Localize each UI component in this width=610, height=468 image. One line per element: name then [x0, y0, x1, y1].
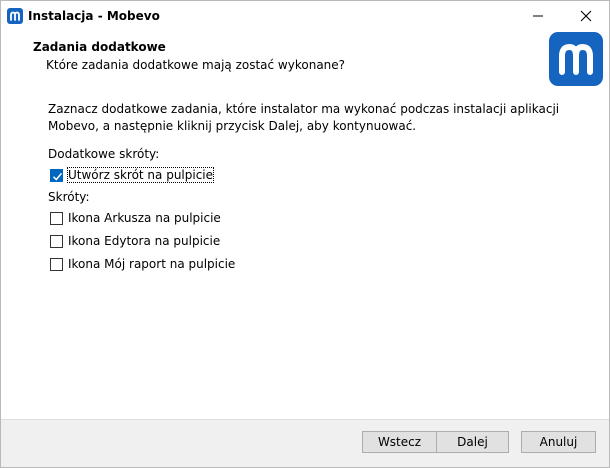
cancel-button[interactable]: Anuluj [521, 431, 596, 453]
mobevo-app-icon [7, 8, 23, 24]
window-title: Instalacja - Mobevo [28, 9, 160, 23]
installer-window: Instalacja - Mobevo Zadania dodatkowe Kt… [0, 0, 610, 468]
close-icon [580, 10, 592, 22]
task-label: Ikona Mój raport na pulpicie [68, 257, 236, 271]
task-label: Ikona Edytora na pulpicie [68, 234, 221, 248]
checkbox-unchecked[interactable] [50, 257, 63, 271]
wizard-header: Zadania dodatkowe Które zadania dodatkow… [1, 31, 609, 91]
task-checkbox-arkusz-icon[interactable]: Ikona Arkusza na pulpicie [50, 211, 221, 225]
page-subtitle: Które zadania dodatkowe mają zostać wyko… [46, 58, 346, 72]
wizard-content: Zaznacz dodatkowe zadania, które instala… [1, 91, 609, 419]
checkmark-icon [52, 172, 63, 181]
checkbox-checked[interactable] [50, 168, 63, 182]
minimize-button[interactable] [515, 1, 561, 31]
title-bar: Instalacja - Mobevo [1, 1, 609, 31]
checkbox-unchecked[interactable] [50, 211, 63, 225]
next-button[interactable]: Dalej [436, 431, 509, 453]
intro-text: Zaznacz dodatkowe zadania, które instala… [48, 102, 560, 133]
group-label-shortcuts: Skróty: [48, 190, 90, 204]
back-button[interactable]: Wstecz [362, 431, 436, 453]
page-title: Zadania dodatkowe [33, 40, 166, 54]
footer-divider [1, 419, 609, 420]
mobevo-logo [549, 32, 603, 86]
task-checkbox-edytor-icon[interactable]: Ikona Edytora na pulpicie [50, 234, 220, 248]
task-label: Ikona Arkusza na pulpicie [68, 211, 221, 225]
close-button[interactable] [563, 1, 609, 31]
task-label: Utwórz skrót na pulpicie [66, 167, 215, 183]
task-checkbox-desktop-shortcut[interactable]: Utwórz skrót na pulpicie [50, 167, 215, 183]
minimize-icon [533, 15, 543, 17]
group-label-additional: Dodatkowe skróty: [48, 147, 160, 161]
task-checkbox-moj-raport-icon[interactable]: Ikona Mój raport na pulpicie [50, 257, 235, 271]
checkbox-unchecked[interactable] [50, 234, 63, 248]
